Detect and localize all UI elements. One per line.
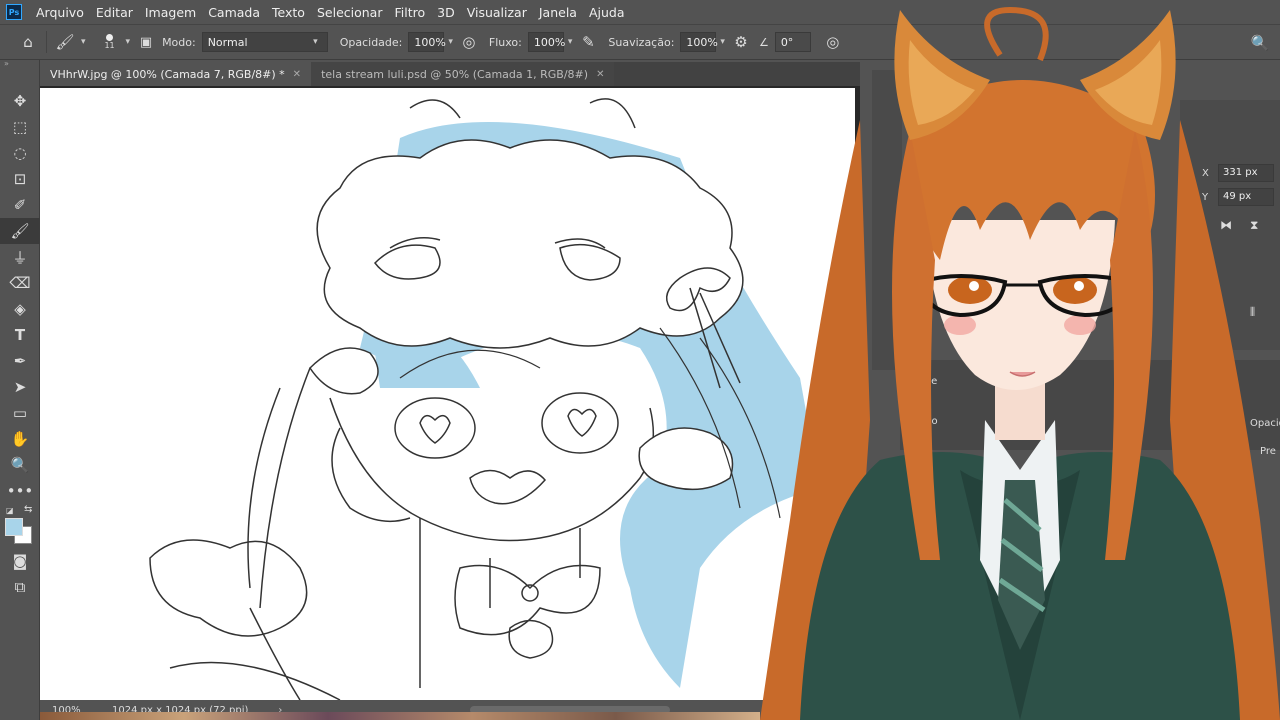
lasso-tool-icon[interactable]: ◌ <box>0 140 40 166</box>
paint-bucket-tool-icon[interactable]: ◈ <box>0 296 40 322</box>
tool-panel: » ✥ ⬚ ◌ ⊡ ✐ 🖌 ⏚ ⌫ ◈ T ✒ ➤ ▭ ✋ 🔍 ••• ◪ ⇆ … <box>0 60 40 720</box>
divider <box>46 31 47 53</box>
swap-colors-icon[interactable]: ⇆ <box>24 504 32 515</box>
mode-label: Modo: <box>162 35 196 49</box>
brush-size-picker[interactable]: 11 <box>98 34 122 50</box>
screen-mode-icon[interactable]: ⧉ <box>0 574 40 600</box>
color-swatches[interactable]: ◪ ⇆ <box>0 504 39 548</box>
tab-tela-stream[interactable]: tela stream luli.psd @ 50% (Camada 1, RG… <box>311 62 615 86</box>
gear-icon[interactable]: ⚙ <box>729 30 753 54</box>
brush-size-value: 11 <box>104 41 115 50</box>
menu-visualizar[interactable]: Visualizar <box>461 5 533 20</box>
eraser-tool-icon[interactable]: ⌫ <box>0 270 40 296</box>
chevron-down-icon[interactable]: ▾ <box>720 37 725 47</box>
menu-selecionar[interactable]: Selecionar <box>311 5 389 20</box>
healing-brush-tool-icon[interactable]: ✐ <box>0 192 40 218</box>
hand-tool-icon[interactable]: ✋ <box>0 426 40 452</box>
pen-tool-icon[interactable]: ✒ <box>0 348 40 374</box>
type-tool-icon[interactable]: T <box>0 322 40 348</box>
sketch-artwork <box>149 98 820 700</box>
menu-arquivo[interactable]: Arquivo <box>30 5 90 20</box>
document-tabs: VHhrW.jpg @ 100% (Camada 7, RGB/8#) * ✕ … <box>40 62 880 86</box>
marquee-tool-icon[interactable]: ⬚ <box>0 114 40 140</box>
vtuber-avatar <box>760 0 1280 720</box>
smoothing-input[interactable]: 100% <box>680 32 718 52</box>
stamp-tool-icon[interactable]: ⏚ <box>0 244 40 270</box>
brush-preset-icon[interactable]: 🖌 <box>53 30 77 54</box>
mode-value: Normal <box>207 35 248 49</box>
photoshop-logo[interactable]: Ps <box>6 4 22 20</box>
chevron-down-icon[interactable]: ▾ <box>568 37 573 47</box>
brush-tip-icon <box>106 34 114 41</box>
flow-label: Fluxo: <box>488 35 522 49</box>
chevron-down-icon[interactable]: ▾ <box>448 37 453 47</box>
menu-texto[interactable]: Texto <box>266 5 311 20</box>
menu-editar[interactable]: Editar <box>90 5 139 20</box>
tab-label: VHhrW.jpg @ 100% (Camada 7, RGB/8#) * <box>50 67 285 81</box>
smoothing-label: Suavização: <box>608 35 675 49</box>
flow-input[interactable]: 100% <box>527 32 565 52</box>
taskbar-preview-strip <box>40 712 760 720</box>
pressure-opacity-icon[interactable]: ◎ <box>457 30 481 54</box>
close-icon[interactable]: ✕ <box>293 69 301 80</box>
close-icon[interactable]: ✕ <box>596 69 604 80</box>
move-tool-icon[interactable]: ✥ <box>0 88 40 114</box>
chevron-down-icon[interactable]: ▾ <box>81 37 86 47</box>
brush-settings-icon[interactable]: ▣ <box>134 30 158 54</box>
menu-filtro[interactable]: Filtro <box>388 5 431 20</box>
menu-janela[interactable]: Janela <box>533 5 583 20</box>
canvas-area[interactable] <box>40 86 860 700</box>
object-select-tool-icon[interactable]: ⊡ <box>0 166 40 192</box>
shape-tool-icon[interactable]: ▭ <box>0 400 40 426</box>
quick-mask-icon[interactable]: ◙ <box>0 548 40 574</box>
tab-label: tela stream luli.psd @ 50% (Camada 1, RG… <box>321 67 589 81</box>
opacity-label: Opacidade: <box>339 35 403 49</box>
airbrush-icon[interactable]: ✎ <box>576 30 600 54</box>
menu-ajuda[interactable]: Ajuda <box>583 5 631 20</box>
more-tools-icon[interactable]: ••• <box>0 478 40 504</box>
menu-3d[interactable]: 3D <box>431 5 461 20</box>
document-canvas[interactable] <box>40 88 855 700</box>
mode-select[interactable]: Normal ▾ <box>201 32 328 52</box>
opacity-input[interactable]: 100% <box>408 32 446 52</box>
default-colors-icon[interactable]: ◪ <box>6 506 14 515</box>
chevron-down-icon: ▾ <box>313 37 318 47</box>
brush-tool-icon[interactable]: 🖌 <box>0 218 40 244</box>
foreground-color-swatch[interactable] <box>5 518 23 536</box>
menu-camada[interactable]: Camada <box>202 5 266 20</box>
home-icon[interactable]: ⌂ <box>16 30 40 54</box>
collapse-icon[interactable]: » <box>0 60 39 68</box>
menu-imagem[interactable]: Imagem <box>139 5 202 20</box>
avatar-illustration <box>760 6 1280 720</box>
path-select-tool-icon[interactable]: ➤ <box>0 374 40 400</box>
tab-vhhrw[interactable]: VHhrW.jpg @ 100% (Camada 7, RGB/8#) * ✕ <box>40 62 312 86</box>
zoom-tool-icon[interactable]: 🔍 <box>0 452 40 478</box>
chevron-down-icon[interactable]: ▾ <box>126 37 131 47</box>
